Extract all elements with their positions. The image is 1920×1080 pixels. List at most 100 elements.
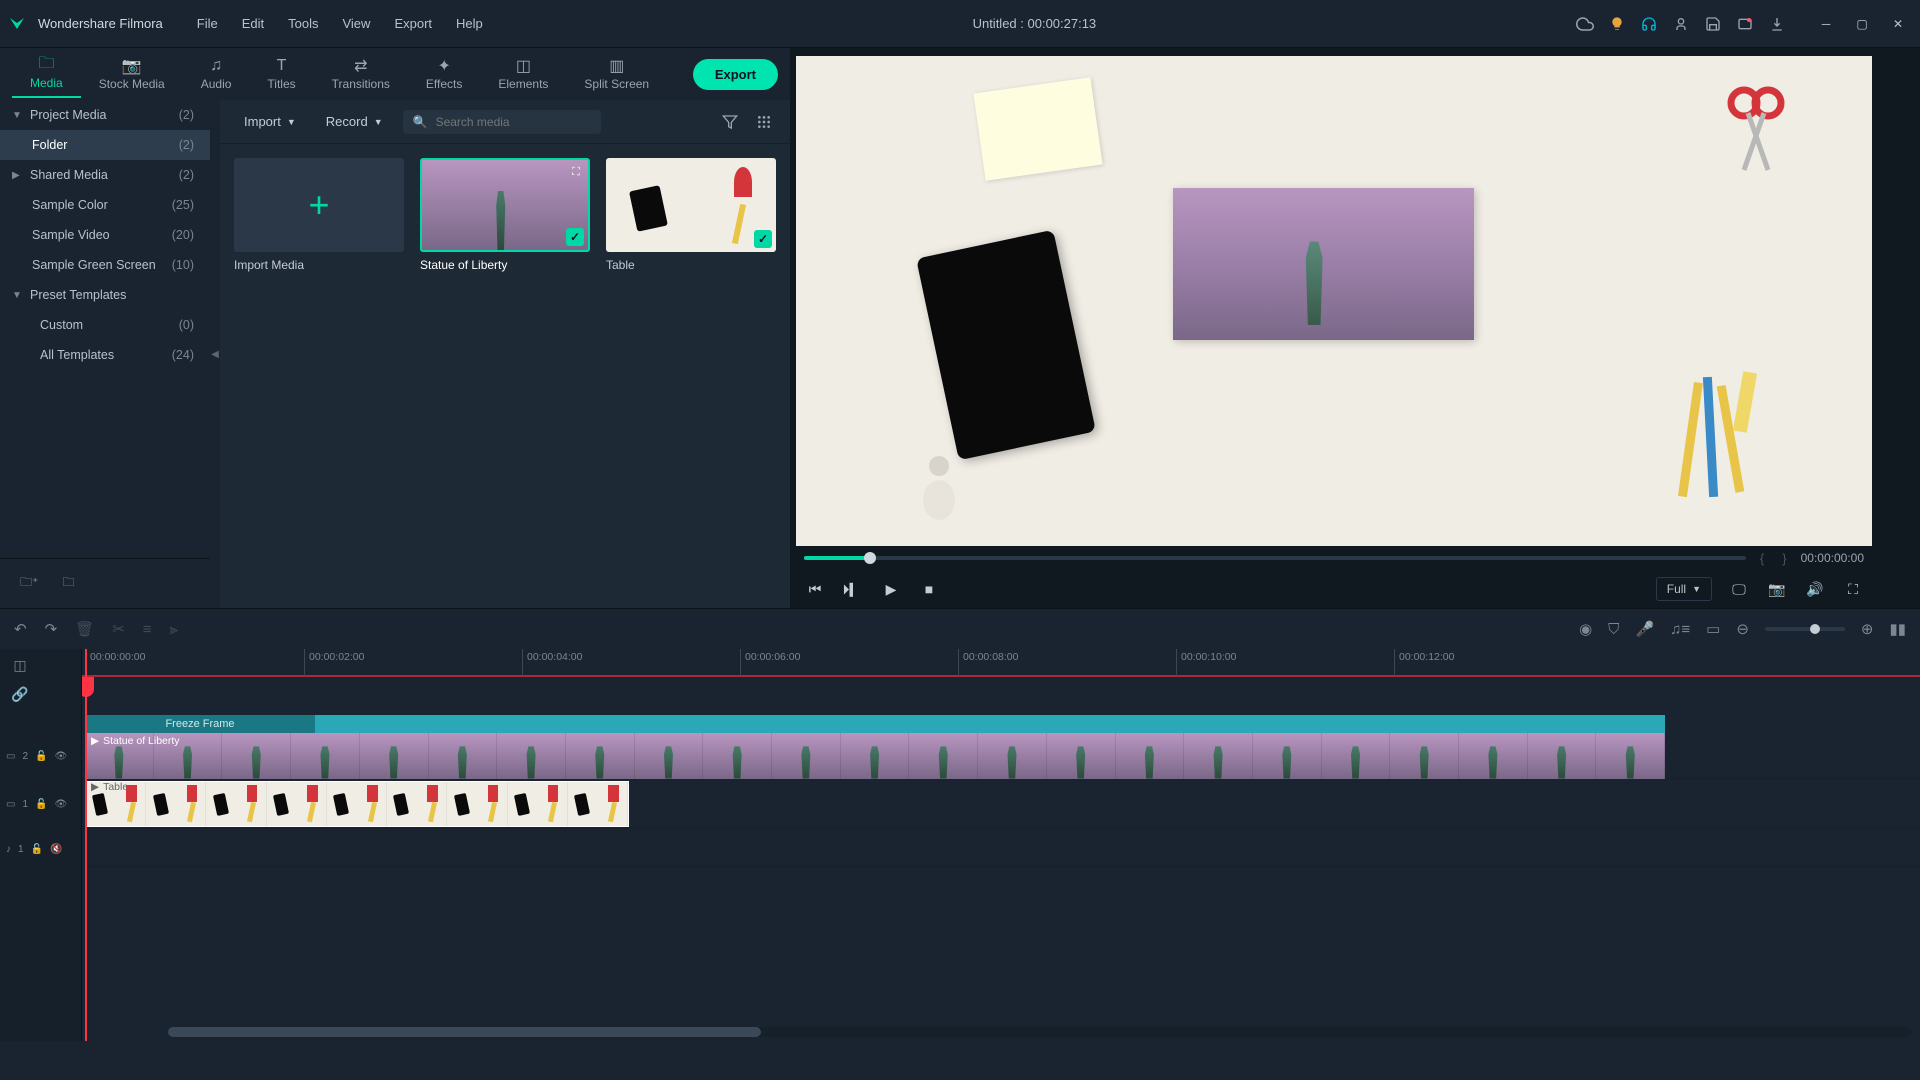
- fullscreen-icon[interactable]: ⛶: [1842, 581, 1864, 598]
- menu-tools[interactable]: Tools: [278, 10, 328, 37]
- preview-scrubber[interactable]: { } 00:00:00:00: [796, 546, 1872, 570]
- search-media-input[interactable]: 🔍: [403, 110, 601, 134]
- step-forward-button[interactable]: ⏵▎: [842, 581, 864, 598]
- maximize-button[interactable]: ▢: [1848, 10, 1876, 38]
- mixer-icon[interactable]: ♫≡: [1670, 621, 1690, 638]
- tab-transitions[interactable]: ⇄Transitions: [314, 51, 408, 97]
- snap-icon[interactable]: ◫: [13, 657, 26, 674]
- tree-label: Folder: [28, 138, 179, 152]
- speed-button[interactable]: ⫸: [170, 621, 178, 638]
- sidebar-item-project-media[interactable]: ▼Project Media(2): [0, 100, 210, 130]
- sidebar-item-shared-media[interactable]: ▶Shared Media(2): [0, 160, 210, 190]
- playhead[interactable]: [85, 649, 87, 1041]
- sidebar-item-sample-color[interactable]: Sample Color(25): [0, 190, 210, 220]
- render-icon[interactable]: ◉: [1579, 620, 1592, 638]
- mute-icon[interactable]: 🔇: [50, 844, 62, 855]
- volume-icon[interactable]: 🔊: [1804, 581, 1826, 598]
- sidebar-item-sample-video[interactable]: Sample Video(20): [0, 220, 210, 250]
- timeline-scrollbar[interactable]: [168, 1027, 1912, 1037]
- close-button[interactable]: ✕: [1884, 10, 1912, 38]
- expand-icon[interactable]: ⛶: [568, 164, 584, 180]
- zoom-fit-button[interactable]: ▮▮: [1889, 620, 1906, 638]
- lightbulb-icon[interactable]: [1608, 15, 1626, 33]
- notification-icon[interactable]: [1736, 15, 1754, 33]
- headphones-icon[interactable]: [1640, 15, 1658, 33]
- save-icon[interactable]: [1704, 15, 1722, 33]
- import-dropdown[interactable]: Import▼: [234, 108, 306, 135]
- sidebar-item-preset-templates[interactable]: ▼Preset Templates: [0, 280, 210, 310]
- menu-export[interactable]: Export: [384, 10, 442, 37]
- download-icon[interactable]: [1768, 15, 1786, 33]
- tab-audio[interactable]: ♫Audio: [183, 51, 250, 97]
- stop-button[interactable]: ■: [918, 581, 940, 597]
- eye-icon[interactable]: 👁: [54, 751, 67, 762]
- display-icon[interactable]: 🖵: [1728, 581, 1750, 598]
- media-item-table[interactable]: ✓ Table: [606, 158, 776, 272]
- tree-count: (2): [179, 138, 194, 152]
- audio-track[interactable]: [82, 829, 1920, 867]
- tab-titles[interactable]: TTitles: [249, 51, 313, 97]
- menu-help[interactable]: Help: [446, 10, 493, 37]
- zoom-in-button[interactable]: ⊕: [1861, 620, 1874, 638]
- tab-split-screen[interactable]: ▥Split Screen: [566, 51, 667, 97]
- menu-file[interactable]: File: [187, 10, 228, 37]
- snapshot-icon[interactable]: 📷: [1766, 581, 1788, 598]
- undo-button[interactable]: ↶: [14, 620, 27, 638]
- minimize-button[interactable]: ─: [1812, 10, 1840, 38]
- tree-label: All Templates: [36, 348, 172, 362]
- preview-quality-select[interactable]: Full▼: [1656, 577, 1712, 601]
- preview-canvas[interactable]: [796, 56, 1872, 546]
- sidebar-item-sample-green-screen[interactable]: Sample Green Screen(10): [0, 250, 210, 280]
- clip-statue-of-liberty[interactable]: ▶Statue of Liberty: [85, 733, 1665, 779]
- eye-icon[interactable]: 👁: [54, 799, 67, 810]
- import-media-tile[interactable]: + Import Media: [234, 158, 404, 272]
- cut-button[interactable]: ✂: [112, 620, 125, 638]
- text-icon: T: [277, 57, 287, 75]
- filter-icon[interactable]: [718, 110, 742, 134]
- tab-media[interactable]: 🗀Media: [12, 50, 81, 98]
- clip-table[interactable]: ▶Table: [85, 781, 629, 827]
- timeline-ruler[interactable]: 00:00:00:00 00:00:02:00 00:00:04:00 00:0…: [82, 649, 1920, 677]
- prev-frame-button[interactable]: ⏮: [804, 581, 826, 598]
- zoom-out-button[interactable]: ⊖: [1736, 620, 1749, 638]
- lock-icon[interactable]: 🔓: [35, 799, 47, 810]
- menu-view[interactable]: View: [332, 10, 380, 37]
- grid-view-icon[interactable]: [752, 110, 776, 134]
- cloud-icon[interactable]: [1576, 15, 1594, 33]
- collapse-sidebar-handle[interactable]: ◀: [210, 100, 220, 608]
- redo-button[interactable]: ↷: [45, 620, 58, 638]
- mic-icon[interactable]: 🎤: [1635, 620, 1654, 638]
- media-item-statue[interactable]: ⛶ ✓ Statue of Liberty: [420, 158, 590, 272]
- link-icon[interactable]: 🔗: [11, 686, 28, 703]
- export-button[interactable]: Export: [693, 59, 778, 90]
- folder-icon[interactable]: 🗀: [58, 569, 78, 598]
- record-dropdown[interactable]: Record▼: [316, 108, 393, 135]
- lock-icon[interactable]: 🔓: [35, 751, 47, 762]
- sidebar-item-custom[interactable]: Custom(0): [0, 310, 210, 340]
- scrubber-knob[interactable]: [864, 552, 876, 564]
- freeze-frame-bar[interactable]: [85, 715, 1665, 733]
- lock-icon[interactable]: 🔓: [31, 844, 43, 855]
- menu-edit[interactable]: Edit: [232, 10, 274, 37]
- zoom-slider[interactable]: [1765, 627, 1845, 631]
- marker-icon[interactable]: ▭: [1706, 620, 1720, 638]
- marker-out-icon[interactable]: }: [1778, 551, 1790, 566]
- timeline-tracks[interactable]: 00:00:00:00 00:00:02:00 00:00:04:00 00:0…: [82, 649, 1920, 1041]
- preview-timecode: 00:00:00:00: [1801, 551, 1864, 565]
- tab-elements[interactable]: ◫Elements: [480, 51, 566, 97]
- new-folder-icon[interactable]: 🗀⁺: [16, 569, 42, 598]
- scrollbar-thumb[interactable]: [168, 1027, 761, 1037]
- marker-in-icon[interactable]: {: [1756, 551, 1768, 566]
- freeze-frame-segment[interactable]: Freeze Frame: [85, 715, 315, 733]
- user-icon[interactable]: [1672, 15, 1690, 33]
- sidebar-item-all-templates[interactable]: All Templates(24): [0, 340, 210, 370]
- adjust-button[interactable]: ≡: [143, 621, 152, 638]
- shield-icon[interactable]: ⛉: [1608, 621, 1619, 638]
- search-field[interactable]: [436, 115, 591, 129]
- tab-effects[interactable]: ✦Effects: [408, 51, 480, 97]
- delete-button[interactable]: 🗑: [75, 620, 94, 638]
- play-button[interactable]: ▶: [880, 581, 902, 598]
- sidebar-item-folder[interactable]: Folder(2): [0, 130, 210, 160]
- tab-stock-media[interactable]: 📷Stock Media: [81, 51, 183, 97]
- track-audio-icon: ♪: [6, 844, 11, 855]
